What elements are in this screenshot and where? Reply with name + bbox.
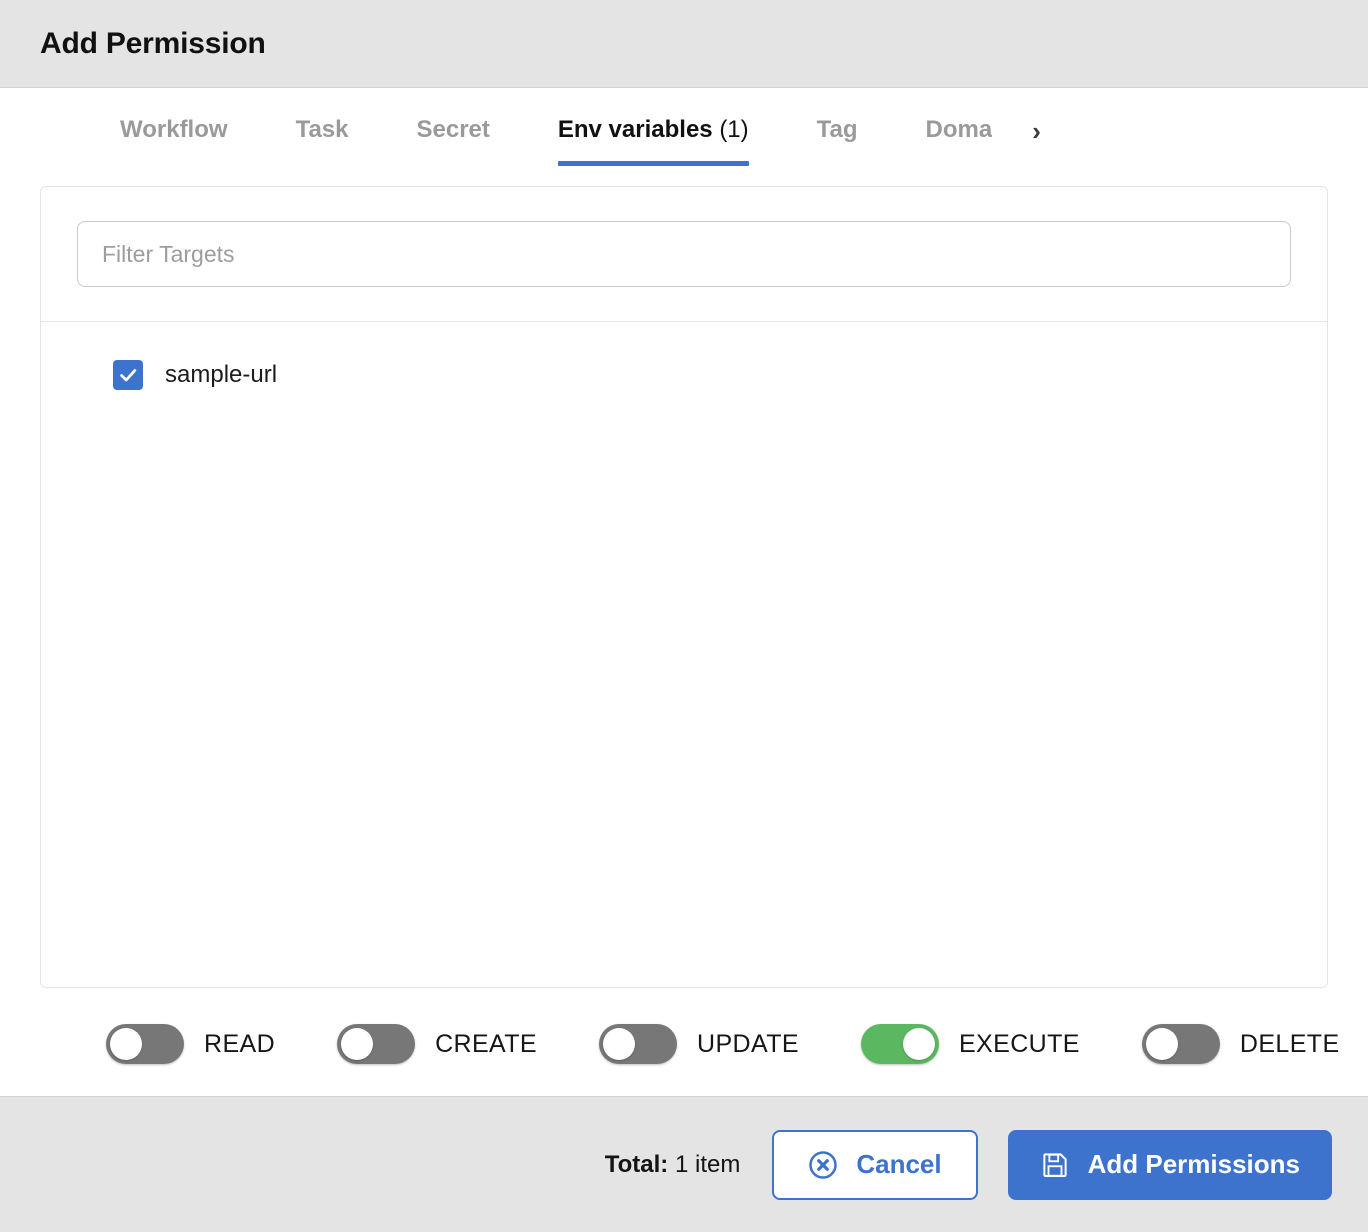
filter-targets-input[interactable] [77, 221, 1291, 287]
filter-area [41, 187, 1327, 322]
toggle-label: EXECUTE [958, 1029, 1080, 1058]
toggle-switch[interactable] [599, 1024, 678, 1064]
tab-workflow[interactable]: Workflow [120, 112, 228, 166]
toggle-switch[interactable] [1141, 1024, 1220, 1064]
permission-toggle-read[interactable]: READ [106, 1024, 275, 1064]
add-permissions-button-label: Add Permissions [1087, 1149, 1300, 1179]
toggle-switch[interactable] [106, 1024, 184, 1064]
circle-x-icon [808, 1150, 838, 1180]
permission-toggle-execute[interactable]: EXECUTE [860, 1024, 1080, 1064]
add-permissions-button[interactable]: Add Permissions [1007, 1129, 1332, 1200]
toggle-knob [341, 1028, 374, 1060]
target-label: sample-url [165, 361, 278, 388]
target-row[interactable]: sample-url [41, 350, 1327, 400]
toggle-switch[interactable] [337, 1024, 416, 1064]
cancel-button-label: Cancel [856, 1149, 942, 1179]
total-count: Total: 1 item [605, 1151, 741, 1179]
page-title: Add Permission [40, 26, 266, 60]
toggle-label: READ [204, 1029, 276, 1058]
cancel-button[interactable]: Cancel [772, 1129, 978, 1200]
permission-toggle-create[interactable]: CREATE [337, 1024, 537, 1064]
dialog-header: Add Permission [0, 0, 1368, 88]
tab-bar: Workflow Task Secret Env variables (1) Tag Do… [0, 88, 1368, 186]
targets-panel: sample-url [40, 186, 1328, 988]
tab-label: Workflow [120, 116, 228, 143]
targets-list[interactable]: sample-url [41, 322, 1327, 987]
toggle-switch[interactable] [860, 1024, 939, 1064]
target-checkbox[interactable] [113, 360, 143, 390]
tab-doma[interactable]: Doma [926, 112, 993, 166]
tab-label: Doma [925, 116, 993, 143]
toggle-label: CREATE [435, 1029, 538, 1058]
total-label: Total: [604, 1150, 669, 1178]
toggle-label: DELETE [1239, 1029, 1340, 1058]
save-floppy-icon [1040, 1150, 1070, 1180]
tab-tag[interactable]: Tag [817, 112, 858, 166]
permission-toggle-update[interactable]: UPDATE [599, 1024, 799, 1064]
add-permission-dialog: Add Permission Workflow Task Secret Env var… [0, 0, 1368, 1232]
tab-label: Secret [416, 116, 490, 143]
permission-toggle-delete[interactable]: DELETE [1141, 1024, 1340, 1064]
toggle-knob [902, 1028, 935, 1060]
permission-toggles-row: READ CREATE UPDATE EXECUTE DELETE [40, 988, 1339, 1096]
dialog-body: sample-url READ CREATE UPDATE EXECUTE DELETE [0, 186, 1368, 1096]
total-value: 1 item [668, 1150, 741, 1178]
tab-label: Task [295, 116, 349, 143]
dialog-footer: Total: 1 item Cancel Add Permissions [0, 1096, 1368, 1232]
toggle-knob [603, 1028, 636, 1060]
tab-env-variables[interactable]: Env variables (1) [557, 112, 749, 166]
toggle-knob [1145, 1028, 1178, 1060]
tab-label: Env variables [557, 116, 713, 143]
tab-count: (1) [719, 116, 749, 143]
toggle-knob [110, 1028, 142, 1060]
tab-secret[interactable]: Secret [416, 112, 489, 166]
tabs-next-chevron-right-icon[interactable]: › [1026, 112, 1047, 166]
tab-label: Tag [816, 116, 858, 143]
toggle-label: UPDATE [697, 1029, 799, 1058]
tab-task[interactable]: Task [296, 112, 349, 166]
